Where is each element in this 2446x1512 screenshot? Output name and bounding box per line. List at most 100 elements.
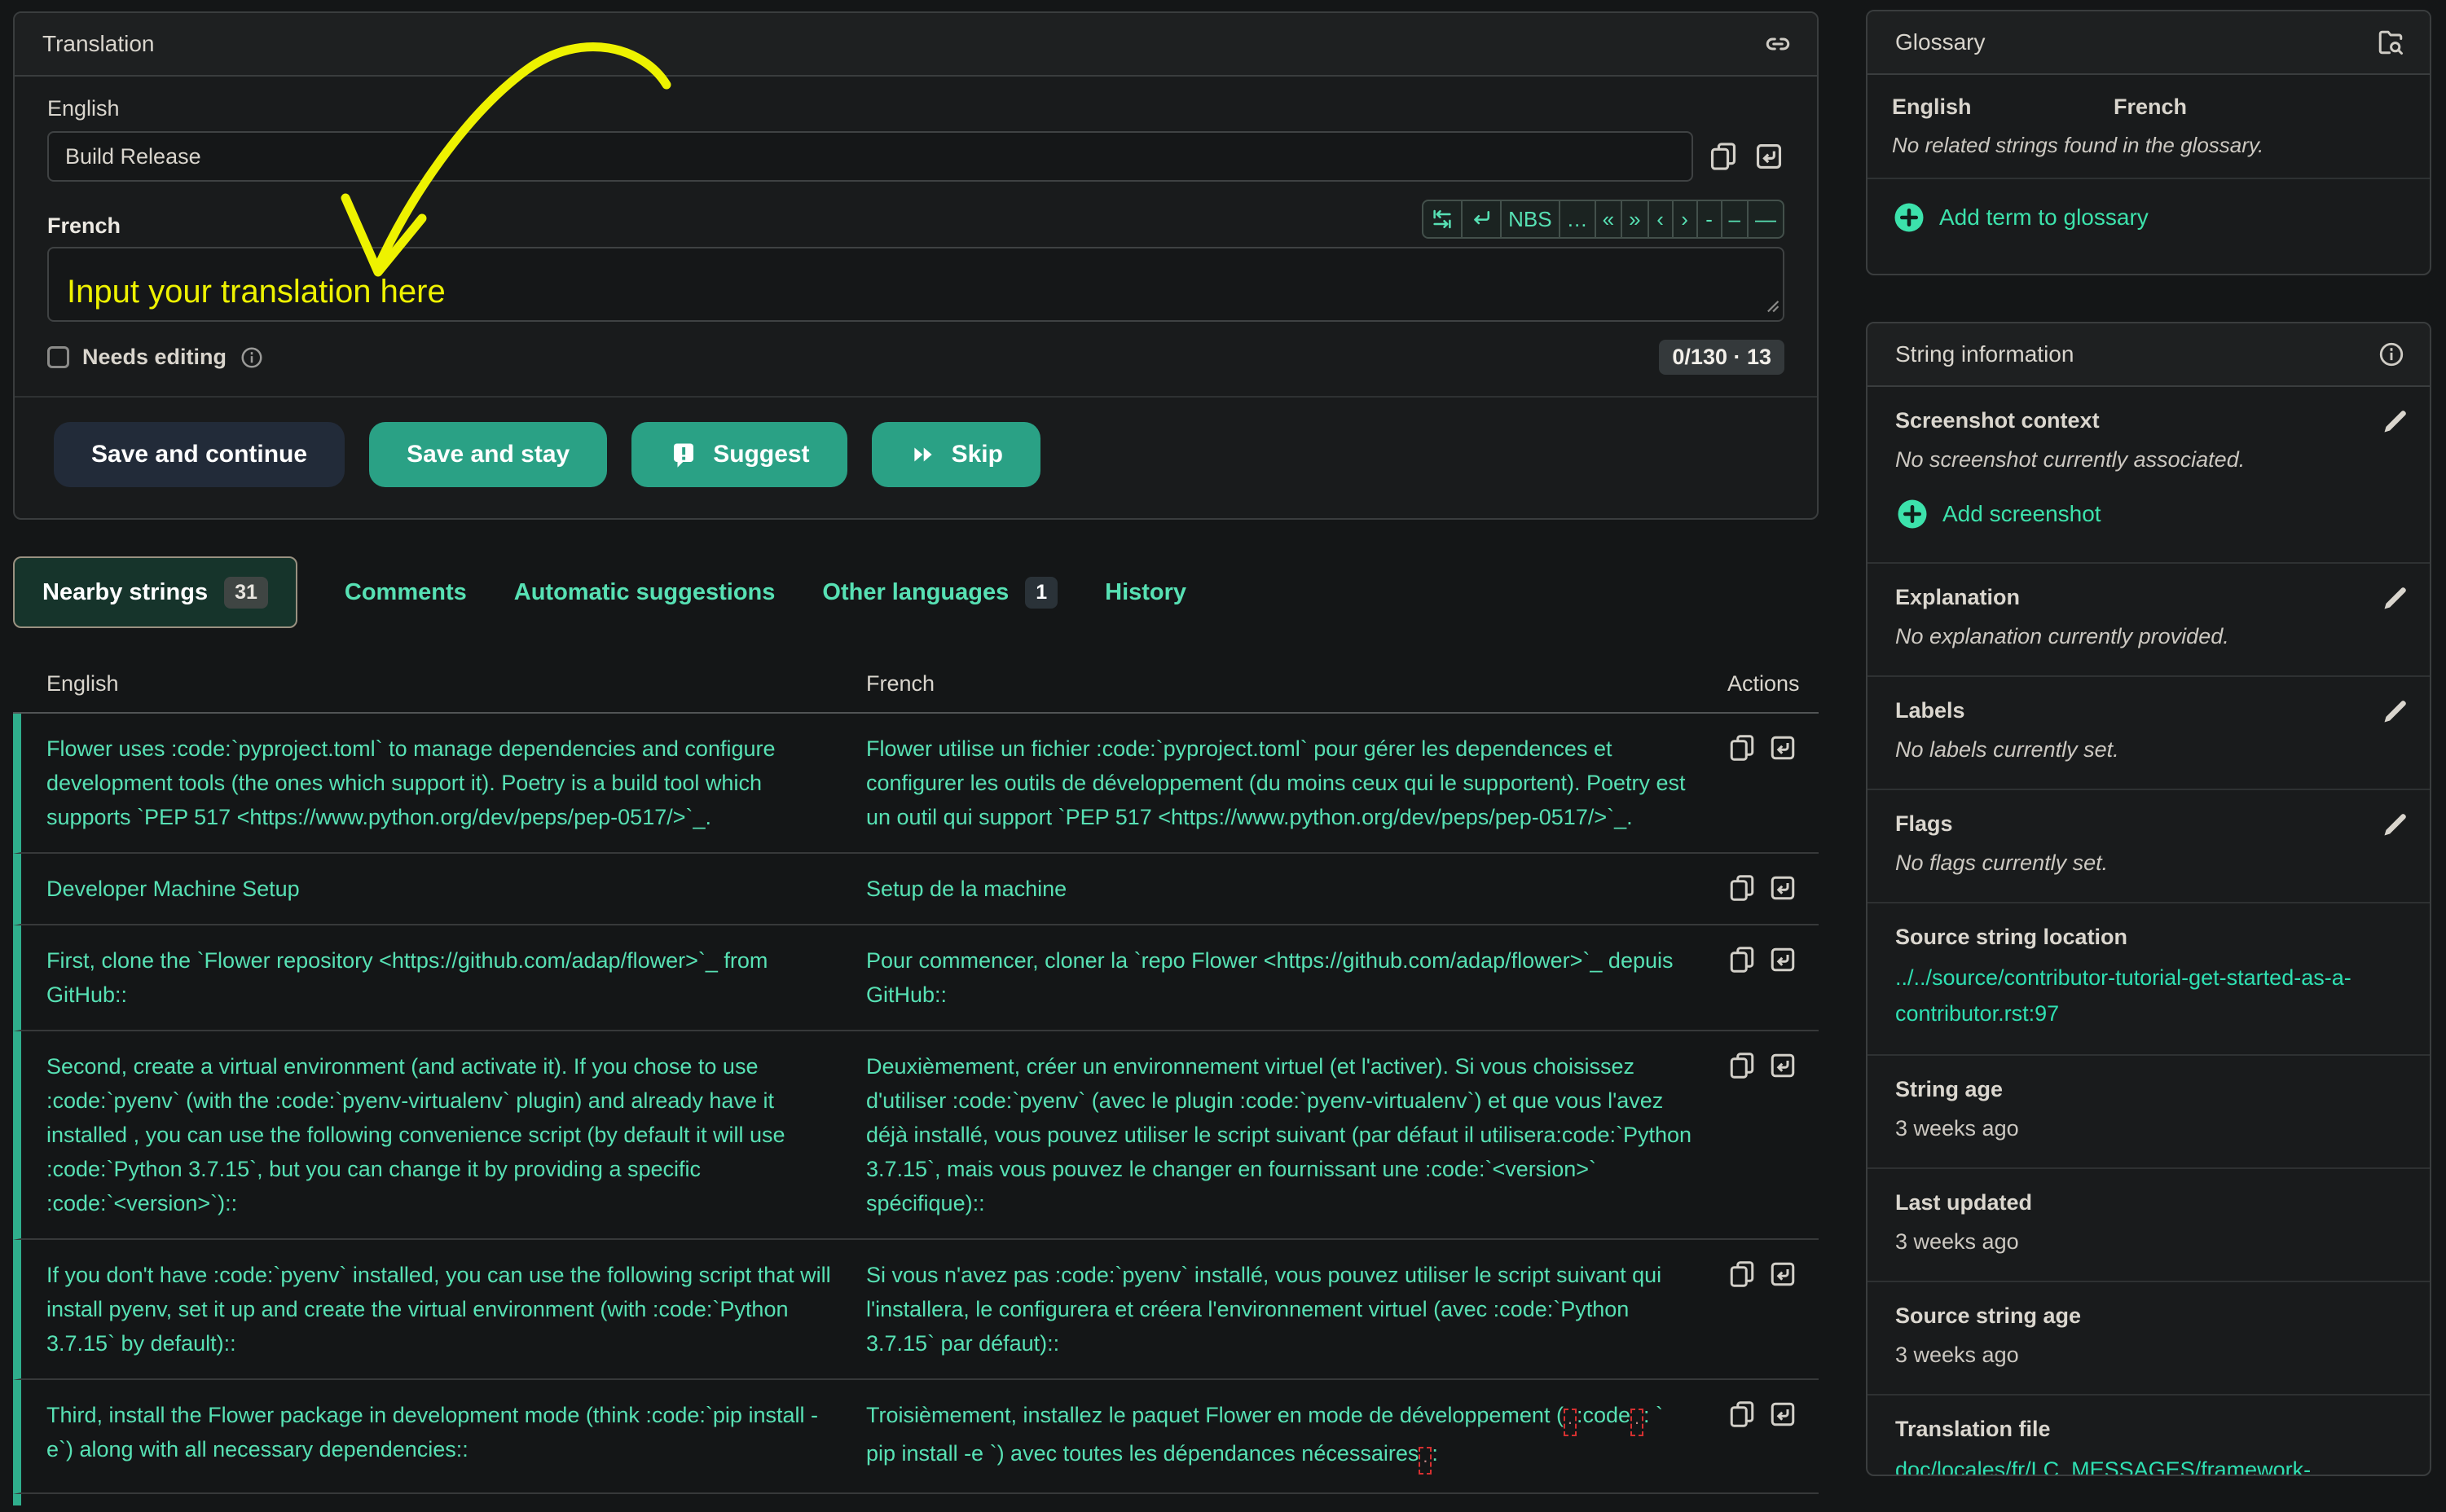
row-actions — [1727, 1049, 1819, 1220]
new-line-icon[interactable] — [1461, 200, 1502, 239]
copy-string-icon[interactable] — [1727, 1259, 1757, 1289]
fast-forward-icon — [909, 441, 937, 468]
english-cell[interactable]: First, clone the `Flower repository <htt… — [21, 943, 866, 1012]
french-cell[interactable]: Troisièmement, installez le paquet Flowe… — [866, 1398, 1727, 1475]
copy-string-icon[interactable] — [1727, 1400, 1757, 1429]
column-header-actions: Actions — [1727, 671, 1819, 697]
plus-circle-icon — [1892, 200, 1926, 235]
translation-panel: Translation English Build Release — [13, 11, 1819, 520]
tab-nearby-strings[interactable]: Nearby strings31 — [13, 556, 297, 628]
textarea-resize-handle[interactable] — [1762, 295, 1780, 317]
section-translation-file: Translation file doc/locales/fr/LC_MESSA… — [1867, 1396, 2430, 1476]
suggestion-bubble-icon — [669, 440, 698, 469]
needs-editing-info-icon[interactable] — [240, 345, 264, 370]
skip-button[interactable]: Skip — [872, 422, 1040, 487]
translation-textarea[interactable] — [47, 247, 1784, 322]
french-cell[interactable]: Deuxièmement, créer un environnement vir… — [866, 1049, 1727, 1220]
english-cell[interactable]: If you don't have :code:`pyenv` installe… — [21, 1258, 866, 1360]
whitespace-issue-highlight: · — [1564, 1409, 1577, 1436]
special-char-button[interactable]: … — [1559, 200, 1596, 239]
string-info-title: String information — [1895, 341, 2074, 367]
tab-comments[interactable]: Comments — [345, 579, 467, 606]
french-cell[interactable]: Pour commencer, cloner la `repo Flower <… — [866, 943, 1727, 1012]
special-char-button[interactable]: – — [1721, 200, 1749, 239]
source-location-link[interactable]: ../../source/contributor-tutorial-get-st… — [1895, 965, 2351, 1026]
clone-to-translation-icon[interactable] — [1768, 945, 1797, 974]
column-header-french: French — [866, 671, 1727, 697]
edit-labels-pencil-icon[interactable] — [2381, 697, 2410, 728]
add-screenshot-link[interactable]: Add screenshot — [1895, 476, 2356, 539]
translation-file-link[interactable]: doc/locales/fr/LC_MESSAGES/framework-doc… — [1895, 1457, 2311, 1476]
glossary-header: Glossary — [1867, 11, 2430, 75]
table-row — [13, 1494, 1819, 1505]
glossary-empty-text: No related strings found in the glossary… — [1867, 125, 2430, 179]
clone-to-translation-icon[interactable] — [1768, 1051, 1797, 1080]
needs-editing-checkbox[interactable] — [47, 346, 69, 368]
french-cell[interactable]: Setup de la machine — [866, 872, 1727, 906]
permalink-icon[interactable] — [1763, 29, 1793, 59]
glossary-columns: English French — [1867, 75, 2430, 125]
english-cell[interactable]: Third, install the Flower package in dev… — [21, 1398, 866, 1475]
copy-string-icon[interactable] — [1727, 945, 1757, 974]
tab-label: Automatic suggestions — [514, 579, 776, 606]
string-information-panel: String information Screenshot context No… — [1866, 322, 2431, 1476]
browse-glossary-icon[interactable] — [2376, 28, 2405, 57]
tab-characters-icon[interactable] — [1422, 200, 1463, 239]
glossary-title: Glossary — [1895, 29, 1985, 55]
section-last-updated: Last updated 3 weeks ago — [1867, 1169, 2430, 1282]
tab-other-languages[interactable]: Other languages1 — [822, 577, 1058, 609]
french-cell[interactable]: Si vous n'avez pas :code:`pyenv` install… — [866, 1258, 1727, 1360]
english-cell[interactable]: Flower uses :code:`pyproject.toml` to ma… — [21, 732, 866, 834]
glossary-panel: Glossary English French No related strin… — [1866, 10, 2431, 275]
edit-screenshot-pencil-icon[interactable] — [2381, 407, 2410, 438]
clone-to-translation-icon[interactable] — [1768, 1259, 1797, 1289]
section-string-age: String age 3 weeks ago — [1867, 1056, 2430, 1169]
edit-explanation-pencil-icon[interactable] — [2381, 583, 2410, 615]
clone-to-translation-icon[interactable] — [1768, 733, 1797, 763]
translation-panel-title: Translation — [42, 31, 154, 57]
special-char-button[interactable]: NBS — [1500, 200, 1560, 239]
glossary-col-english: English — [1892, 94, 2114, 120]
special-char-button[interactable]: « — [1595, 200, 1622, 239]
plus-circle-icon — [1895, 497, 1929, 531]
english-cell[interactable]: Second, create a virtual environment (an… — [21, 1049, 866, 1220]
tab-count-badge: 1 — [1025, 577, 1058, 609]
suggest-button[interactable]: Suggest — [631, 422, 847, 487]
clone-to-translation-icon[interactable] — [1768, 1400, 1797, 1429]
source-string-box[interactable]: Build Release — [47, 131, 1693, 182]
add-term-to-glossary-link[interactable]: Add term to glossary — [1867, 179, 2430, 256]
copy-string-icon[interactable] — [1727, 1051, 1757, 1080]
tab-automatic-suggestions[interactable]: Automatic suggestions — [514, 579, 776, 606]
section-labels: Labels No labels currently set. — [1867, 677, 2430, 790]
translation-panel-header: Translation — [15, 13, 1817, 77]
special-char-button[interactable]: › — [1672, 200, 1698, 239]
english-cell[interactable]: Developer Machine Setup — [21, 872, 866, 906]
info-icon[interactable] — [2378, 341, 2405, 368]
source-string-row: Build Release — [47, 131, 1784, 182]
tab-history[interactable]: History — [1105, 579, 1186, 606]
target-language-label: French — [47, 213, 121, 239]
section-source-string-location: Source string location ../../source/cont… — [1867, 903, 2430, 1056]
copy-string-icon[interactable] — [1727, 733, 1757, 763]
row-actions — [1727, 1258, 1819, 1360]
table-row: If you don't have :code:`pyenv` installe… — [13, 1240, 1819, 1380]
clone-to-translation-icon[interactable] — [1768, 873, 1797, 903]
save-and-continue-button[interactable]: Save and continue — [54, 422, 345, 487]
nearby-table-body: Flower uses :code:`pyproject.toml` to ma… — [13, 714, 1819, 1505]
table-row: Developer Machine SetupSetup de la machi… — [13, 854, 1819, 925]
tab-count-badge: 31 — [224, 577, 268, 609]
clone-to-translation-icon[interactable] — [1753, 141, 1784, 172]
copy-source-icon[interactable] — [1708, 141, 1739, 172]
table-row: Flower uses :code:`pyproject.toml` to ma… — [13, 714, 1819, 854]
special-chars-toolbar: NBS…«»‹›-–— — [1422, 200, 1784, 239]
copy-string-icon[interactable] — [1727, 873, 1757, 903]
special-char-button[interactable]: — — [1747, 200, 1784, 239]
special-char-button[interactable]: - — [1696, 200, 1722, 239]
special-char-button[interactable]: » — [1621, 200, 1648, 239]
target-language-row: French NBS…«»‹›-–— — [47, 200, 1784, 239]
save-and-stay-button[interactable]: Save and stay — [369, 422, 607, 487]
edit-flags-pencil-icon[interactable] — [2381, 810, 2410, 842]
french-cell[interactable]: Flower utilise un fichier :code:`pyproje… — [866, 732, 1727, 834]
column-header-english: English — [46, 671, 866, 697]
special-char-button[interactable]: ‹ — [1648, 200, 1674, 239]
